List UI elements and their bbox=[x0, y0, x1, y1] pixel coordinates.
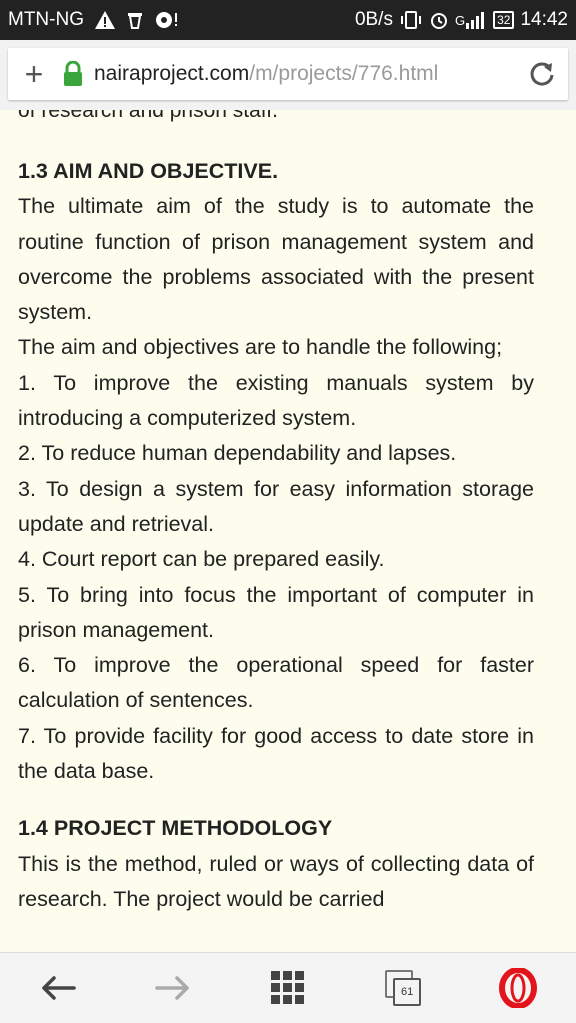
browser-toolbar: + nairaproject.com/m/projects/776.html bbox=[0, 40, 576, 110]
article-body: 1.3 AIM AND OBJECTIVE. The ultimate aim … bbox=[18, 154, 534, 917]
list-item: 4. Court report can be prepared easily. bbox=[18, 547, 385, 572]
battery-icon: 32 bbox=[493, 11, 515, 29]
tab-count: 61 bbox=[393, 978, 422, 1006]
bottom-navigation-bar: 61 bbox=[0, 952, 576, 1023]
list-item: 3. To design a system for easy informati… bbox=[18, 476, 534, 536]
vibrate-icon bbox=[399, 10, 423, 30]
partially-hidden-text: of research and prison staff. bbox=[18, 110, 278, 122]
section-heading: 1.4 PROJECT METHODOLOGY bbox=[18, 816, 333, 841]
forward-arrow-icon[interactable] bbox=[133, 958, 213, 1018]
opera-menu-icon[interactable] bbox=[478, 958, 558, 1018]
list-item: 5. To bring into focus the important of … bbox=[18, 582, 534, 642]
tabs-icon[interactable]: 61 bbox=[363, 958, 443, 1018]
section-heading: 1.3 AIM AND OBJECTIVE. bbox=[18, 159, 279, 183]
paragraph: The ultimate aim of the study is to auto… bbox=[18, 194, 534, 325]
new-tab-plus-icon[interactable]: + bbox=[8, 48, 60, 100]
url-domain: nairaproject.com bbox=[94, 62, 250, 85]
secure-lock-icon[interactable] bbox=[60, 61, 86, 87]
list-item: 7. To provide facility for good access t… bbox=[18, 723, 534, 784]
notification-icon bbox=[126, 10, 144, 30]
url-text[interactable]: nairaproject.com/m/projects/776.html bbox=[86, 62, 516, 86]
speed-dial-grid-icon[interactable] bbox=[248, 958, 328, 1018]
data-rate: 0B/s bbox=[354, 9, 393, 30]
list-item: 2. To reduce human dependability and lap… bbox=[18, 441, 457, 466]
address-bar[interactable]: + nairaproject.com/m/projects/776.html bbox=[8, 48, 568, 100]
paragraph: This is the method, ruled or ways of col… bbox=[18, 851, 534, 911]
list-item: 1. To improve the existing manuals syste… bbox=[18, 370, 534, 431]
list-item: 6. To improve the operational speed for … bbox=[18, 653, 534, 713]
url-path: /m/projects/776.html bbox=[249, 62, 439, 85]
alert-badge-icon bbox=[154, 10, 180, 30]
warning-icon bbox=[94, 10, 116, 30]
carrier-name: MTN-NG bbox=[8, 9, 84, 30]
paragraph: The aim and objectives are to handle the… bbox=[18, 335, 503, 360]
status-bar: MTN-NG 0B/s G 32 14:42 bbox=[0, 0, 576, 40]
signal-icon: G bbox=[455, 11, 487, 29]
page-content[interactable]: of research and prison staff. 1.3 AIM AN… bbox=[0, 110, 576, 952]
clock: 14:42 bbox=[520, 9, 568, 30]
back-arrow-icon[interactable] bbox=[18, 958, 98, 1018]
reload-icon[interactable] bbox=[516, 60, 568, 88]
alarm-icon bbox=[429, 10, 449, 30]
